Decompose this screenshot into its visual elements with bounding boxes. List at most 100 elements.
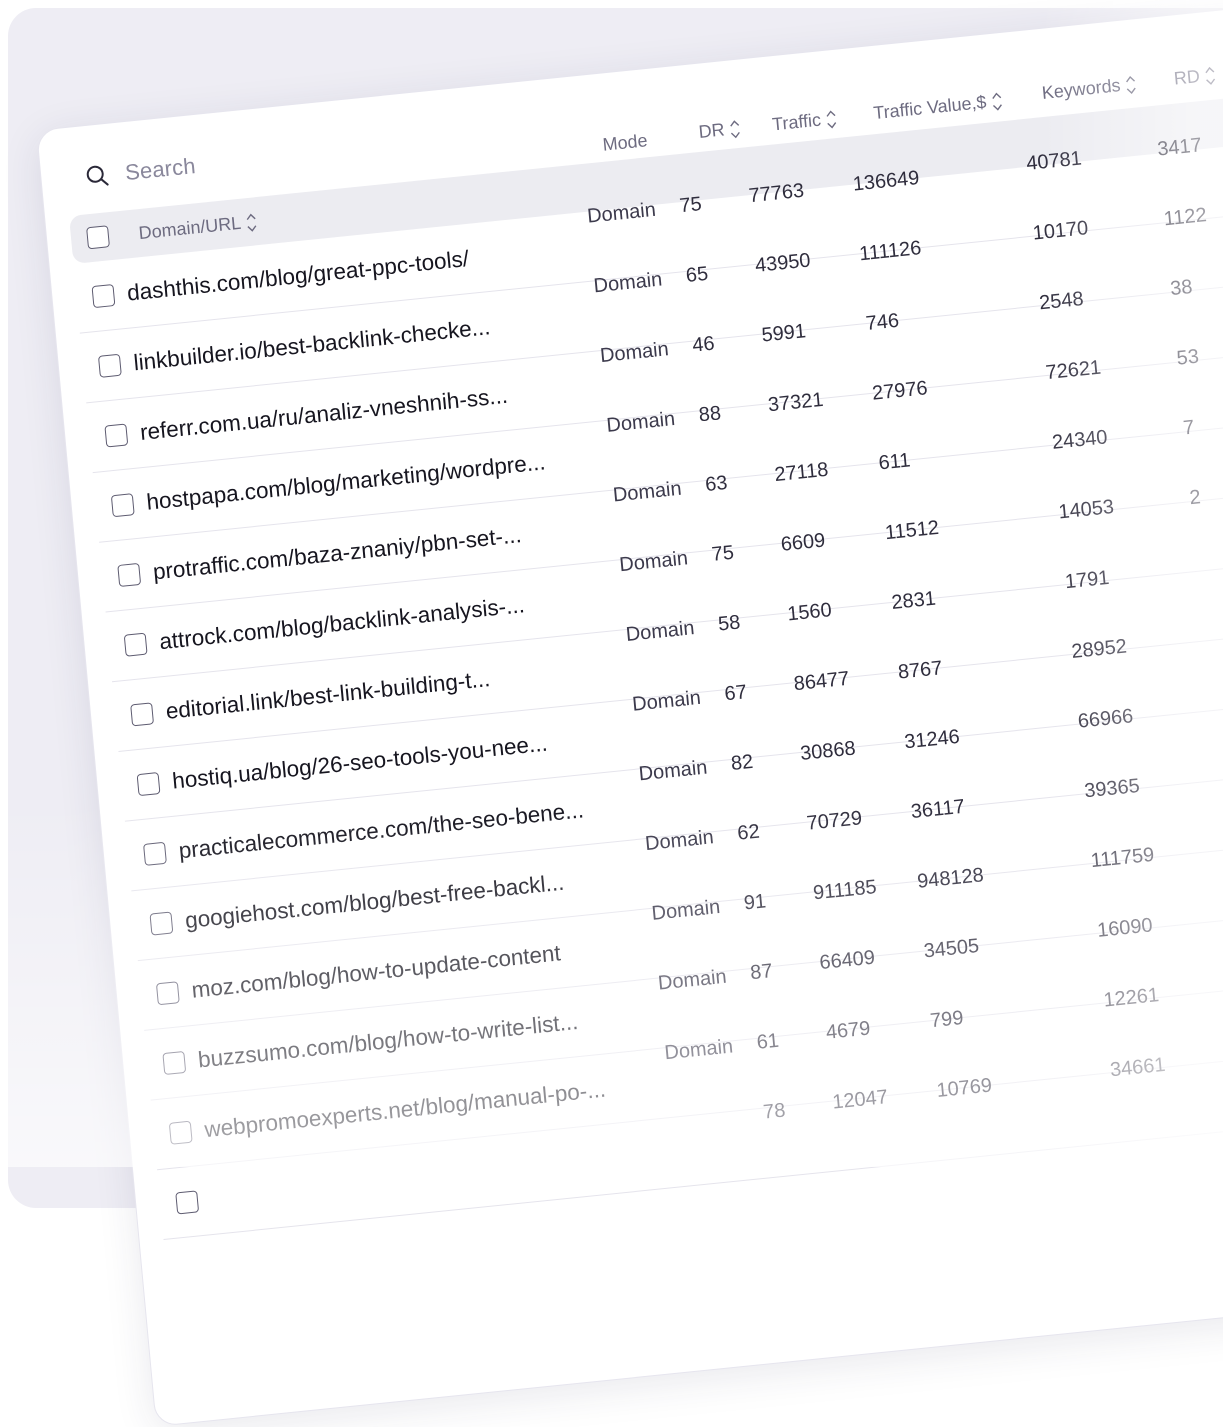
sort-icon[interactable] bbox=[825, 108, 838, 129]
cell-dr: 75 bbox=[678, 193, 703, 218]
row-checkbox[interactable] bbox=[162, 1050, 187, 1076]
cell-traffic-value: 11512 bbox=[884, 516, 940, 545]
row-checkbox[interactable] bbox=[149, 911, 174, 936]
cell-keywords: 66966 bbox=[1076, 705, 1135, 733]
row-checkbox[interactable] bbox=[117, 562, 142, 588]
cell-rd: 7 bbox=[1182, 416, 1196, 440]
select-all-checkbox[interactable] bbox=[86, 225, 110, 250]
sort-icon[interactable] bbox=[990, 91, 1003, 112]
column-label-mode: Mode bbox=[601, 130, 649, 155]
cell-rd: 3417 bbox=[1156, 134, 1203, 161]
cell-keywords: 1791 bbox=[1064, 566, 1111, 594]
row-checkbox[interactable] bbox=[168, 1120, 193, 1145]
cell-keywords: 40781 bbox=[1025, 147, 1083, 175]
sort-icon[interactable] bbox=[1204, 65, 1217, 86]
cell-dr: 67 bbox=[723, 681, 748, 706]
row-checkbox[interactable] bbox=[130, 702, 155, 727]
cell-keywords: 39365 bbox=[1083, 774, 1141, 803]
cell-dr: 63 bbox=[704, 471, 729, 497]
cell-dr: 78 bbox=[762, 1099, 787, 1124]
cell-traffic: 27118 bbox=[773, 458, 830, 487]
cell-rd: 2 bbox=[1188, 486, 1202, 510]
row-checkbox[interactable] bbox=[104, 423, 129, 448]
row-checkbox[interactable] bbox=[143, 841, 167, 866]
row-checkbox[interactable] bbox=[136, 772, 161, 797]
cell-traffic-value: 111126 bbox=[858, 237, 923, 266]
cell-traffic: 4679 bbox=[825, 1017, 872, 1044]
cell-traffic-value: 31246 bbox=[903, 725, 961, 754]
cell-keywords: 72621 bbox=[1044, 356, 1103, 385]
column-label-dr: DR bbox=[697, 119, 726, 142]
cell-traffic: 70729 bbox=[805, 807, 863, 835]
tilted-view: Search Domain/URL Mode DR Traffic Traffi… bbox=[36, 0, 1223, 1427]
cell-traffic-value: 34505 bbox=[922, 934, 981, 963]
cell-dr: 82 bbox=[730, 750, 755, 776]
sort-icon[interactable] bbox=[245, 212, 258, 233]
cell-keywords: 10170 bbox=[1031, 217, 1090, 245]
column-label-traffic: Traffic bbox=[771, 109, 822, 135]
cell-dr: 91 bbox=[742, 890, 768, 915]
cell-traffic-value: 8767 bbox=[897, 657, 944, 684]
cell-keywords: 111759 bbox=[1089, 843, 1156, 873]
table-card: Search Domain/URL Mode DR Traffic Traffi… bbox=[36, 0, 1223, 1427]
cell-dr: 46 bbox=[691, 332, 716, 357]
column-header-traffic[interactable]: Traffic bbox=[771, 108, 837, 135]
cell-traffic: 911185 bbox=[812, 876, 878, 905]
cell-traffic-value: 36117 bbox=[909, 795, 966, 824]
sort-icon[interactable] bbox=[1125, 74, 1138, 95]
column-header-mode: Mode bbox=[602, 130, 649, 155]
column-header-domain[interactable]: Domain/URL bbox=[138, 211, 258, 244]
cell-rd: 1122 bbox=[1162, 204, 1208, 231]
cell-traffic: 30868 bbox=[799, 737, 857, 765]
cell-traffic: 43950 bbox=[754, 249, 812, 277]
column-label-traffic-value: Traffic Value,$ bbox=[872, 91, 988, 124]
row-checkbox[interactable] bbox=[155, 981, 180, 1006]
search-input[interactable]: Search bbox=[124, 153, 197, 186]
row-checkbox[interactable] bbox=[110, 493, 135, 518]
cell-dr: 75 bbox=[710, 541, 735, 566]
cell-traffic: 1560 bbox=[786, 599, 833, 626]
cell-rd: 38 bbox=[1169, 275, 1194, 301]
cell-traffic-value: 746 bbox=[864, 309, 900, 336]
cell-traffic-value: 10769 bbox=[935, 1074, 993, 1102]
cell-traffic: 37321 bbox=[767, 388, 825, 417]
cell-dr: 58 bbox=[717, 611, 742, 636]
column-header-dr[interactable]: DR bbox=[698, 118, 742, 143]
column-header-keywords[interactable]: Keywords bbox=[1041, 73, 1137, 104]
column-label-domain: Domain/URL bbox=[137, 212, 242, 244]
cell-traffic: 6609 bbox=[779, 529, 827, 556]
cell-dr: 65 bbox=[684, 262, 710, 287]
cell-dr: 61 bbox=[755, 1029, 780, 1054]
cell-keywords: 16090 bbox=[1096, 914, 1154, 942]
sort-icon[interactable] bbox=[729, 118, 742, 139]
cell-dr: 62 bbox=[736, 820, 761, 845]
cell-traffic-value: 27976 bbox=[871, 377, 929, 405]
cell-traffic: 5991 bbox=[760, 320, 807, 347]
cell-keywords: 2548 bbox=[1038, 287, 1085, 315]
cell-keywords: 24340 bbox=[1051, 426, 1109, 454]
column-header-rd[interactable]: RD bbox=[1173, 64, 1217, 89]
search-icon bbox=[86, 165, 109, 186]
cell-dr: 87 bbox=[749, 960, 774, 985]
cell-url[interactable]: editorial.link/best-link-building-t... bbox=[165, 666, 492, 725]
row-checkbox[interactable] bbox=[91, 283, 116, 309]
row-checkbox[interactable] bbox=[123, 632, 148, 657]
cell-url[interactable]: dashthis.com/blog/great-ppc-tools/ bbox=[126, 246, 470, 307]
cell-keywords: 12261 bbox=[1102, 984, 1160, 1012]
cell-traffic: 77763 bbox=[747, 179, 806, 208]
cell-keywords: 28952 bbox=[1070, 635, 1128, 663]
cell-traffic: 86477 bbox=[792, 667, 851, 696]
row-checkbox[interactable] bbox=[175, 1190, 200, 1215]
cell-dr: 88 bbox=[697, 402, 722, 427]
column-label-rd: RD bbox=[1172, 66, 1201, 89]
search-bar[interactable]: Search bbox=[84, 148, 197, 195]
column-header-traffic-value[interactable]: Traffic Value,$ bbox=[872, 90, 1003, 124]
cell-keywords: 14053 bbox=[1057, 496, 1115, 524]
cell-traffic: 12047 bbox=[831, 1086, 889, 1114]
column-label-keywords: Keywords bbox=[1041, 75, 1122, 103]
cell-traffic-value: 799 bbox=[929, 1006, 965, 1033]
row-checkbox[interactable] bbox=[97, 353, 122, 378]
cell-rd: 53 bbox=[1175, 345, 1200, 370]
cell-traffic-value: 2831 bbox=[890, 587, 937, 614]
cell-traffic: 66409 bbox=[818, 946, 876, 975]
